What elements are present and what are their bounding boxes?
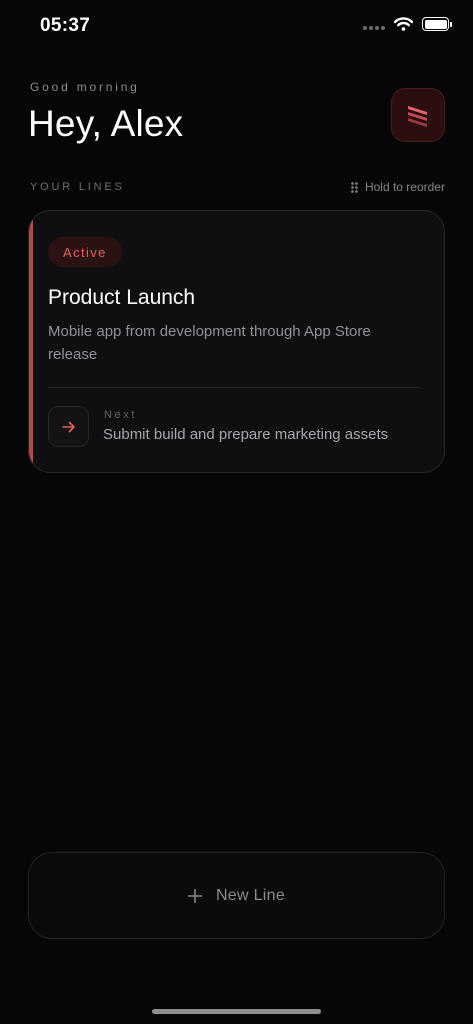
new-line-button[interactable]: New Line <box>28 852 445 939</box>
status-time: 05:37 <box>40 15 91 36</box>
app-logo-button[interactable] <box>391 88 445 142</box>
reorder-hint-label: Hold to reorder <box>364 180 445 194</box>
next-step-label: Next <box>104 409 138 421</box>
section-label: YOUR LINES <box>30 181 125 193</box>
reorder-hint: Hold to reorder <box>351 180 445 194</box>
line-card[interactable]: Active Product Launch Mobile app from de… <box>28 210 445 473</box>
home-indicator[interactable] <box>152 1009 321 1014</box>
status-bar: 05:37 <box>0 0 473 54</box>
page-title: Hey, Alex <box>28 103 184 144</box>
arrow-right-icon <box>61 421 75 432</box>
battery-icon <box>422 17 452 31</box>
plus-icon <box>187 888 202 903</box>
wifi-icon <box>394 17 413 31</box>
next-step-text: Submit build and prepare marketing asset… <box>103 426 389 443</box>
stacked-lines-logo-icon <box>408 106 427 127</box>
line-title: Product Launch <box>48 286 196 309</box>
status-badge: Active <box>48 237 122 267</box>
line-accent-bar <box>29 211 33 472</box>
new-line-label: New Line <box>215 886 286 904</box>
card-divider <box>48 387 420 388</box>
signal-dots-icon <box>363 18 385 30</box>
greeting-text: Good morning <box>30 80 140 94</box>
next-step-button[interactable] <box>48 406 89 447</box>
app-screen: 05:37 Good morning Hey, Alex YOUR LINES <box>0 0 473 1024</box>
drag-handle-icon <box>351 181 358 193</box>
status-icons <box>363 17 452 31</box>
line-description: Mobile app from development through App … <box>48 323 371 363</box>
